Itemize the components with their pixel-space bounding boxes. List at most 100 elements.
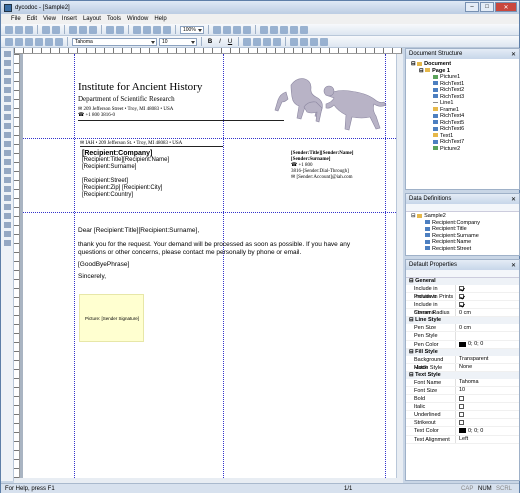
menu-view[interactable]: View (43, 16, 56, 22)
structure-tree[interactable]: ⊟ Document ⊟ Page 1 Picture1 RichText1 Ric… (406, 59, 519, 152)
property-value[interactable]: Tahoma (456, 379, 479, 386)
italic-button[interactable]: I (216, 39, 224, 45)
list-tool-icon[interactable] (4, 132, 11, 138)
recipient-address-block[interactable]: [Recipient:Company] [Recipient:Title][Re… (82, 150, 169, 199)
field-tool-icon[interactable] (4, 78, 11, 84)
richtext-tool-icon[interactable] (4, 69, 11, 75)
image-tool-icon[interactable] (4, 150, 11, 156)
underline-button[interactable]: U (226, 39, 234, 45)
property-row[interactable]: Include in Prints (406, 293, 519, 302)
text-box-tool-icon[interactable] (4, 213, 11, 219)
text-color-icon[interactable] (55, 37, 63, 46)
print-icon[interactable] (42, 25, 50, 34)
property-row[interactable]: Corner Radius 0 cm (406, 309, 519, 318)
minimize-button[interactable]: – (465, 2, 479, 12)
property-value[interactable]: 0 cm (456, 324, 471, 331)
letter-body[interactable]: Dear [Recipient:Title][Recipient:Surname… (78, 227, 378, 281)
sender-contact-block[interactable]: [Sender:Title][Sender:Name] [Sender:Surn… (291, 151, 353, 181)
table-tool-icon[interactable] (4, 105, 11, 111)
close-panel-icon[interactable]: ✕ (511, 262, 516, 269)
arrow-tool-icon[interactable] (4, 204, 11, 210)
property-checkbox[interactable] (459, 420, 464, 426)
open-icon[interactable] (15, 25, 23, 34)
document-canvas[interactable]: Institute for Ancient History Department… (20, 54, 402, 478)
align-left-icon[interactable] (243, 37, 251, 46)
align-center-obj-icon[interactable] (270, 25, 278, 34)
preview-icon[interactable] (52, 25, 60, 34)
close-panel-icon[interactable]: ✕ (511, 51, 516, 58)
ungroup-icon[interactable] (163, 25, 171, 34)
align-bottom-obj-icon[interactable] (300, 25, 308, 34)
property-checkbox[interactable] (459, 294, 464, 300)
property-row[interactable]: Underlined (406, 411, 519, 420)
property-row[interactable]: Include in Previews (406, 285, 519, 300)
barcode-tool-icon[interactable] (4, 96, 11, 102)
institute-title[interactable]: Institute for Ancient History (78, 81, 202, 93)
property-checkbox[interactable] (459, 302, 464, 308)
property-value[interactable]: 0; 0; 0 (456, 427, 483, 434)
category-general[interactable]: ⊟ General (406, 278, 519, 285)
menu-window[interactable]: Window (127, 16, 148, 22)
property-value[interactable] (456, 332, 459, 339)
chart-tool-icon[interactable] (4, 123, 11, 129)
grid-tool-icon[interactable] (4, 141, 11, 147)
menu-insert[interactable]: Insert (62, 16, 77, 22)
menu-layout[interactable]: Layout (83, 16, 101, 22)
menu-tools[interactable]: Tools (107, 16, 121, 22)
property-row[interactable]: Hatch Style None (406, 363, 519, 372)
menu-help[interactable]: Help (154, 16, 166, 22)
close-button[interactable]: ✕ (495, 2, 517, 12)
property-value[interactable]: None (456, 364, 472, 371)
font-size-combo[interactable]: 10 (159, 37, 197, 46)
brush-tool-icon[interactable] (4, 231, 11, 237)
snap-icon[interactable] (223, 25, 231, 34)
property-checkbox[interactable] (459, 396, 464, 402)
redo-icon[interactable] (116, 25, 124, 34)
rectangle-tool-icon[interactable] (4, 168, 11, 174)
polygon-tool-icon[interactable] (4, 195, 11, 201)
maximize-button[interactable]: □ (480, 2, 494, 12)
fill-color-icon[interactable] (35, 37, 43, 46)
institute-phone[interactable]: ☎ +1 800 3816-0 (78, 112, 115, 118)
back-icon[interactable] (143, 25, 151, 34)
text-frame-icon[interactable] (233, 25, 241, 34)
property-value[interactable] (456, 403, 466, 410)
undo-icon[interactable] (106, 25, 114, 34)
property-value[interactable]: Transparent (456, 356, 488, 363)
property-row[interactable]: Pen Style (406, 332, 519, 341)
frame-tool-icon[interactable] (4, 114, 11, 120)
brush-icon[interactable] (45, 37, 53, 46)
align-tool-icon[interactable] (4, 240, 11, 246)
save-icon[interactable] (25, 25, 33, 34)
zoom-combo[interactable]: 100% (180, 25, 204, 34)
property-row[interactable]: Pen Color 0; 0; 0 (406, 340, 519, 349)
align-left-obj-icon[interactable] (260, 25, 268, 34)
property-row[interactable]: Bold (406, 395, 519, 404)
field-icon[interactable] (243, 25, 251, 34)
vertical-scrollbar[interactable] (396, 54, 403, 478)
align-top-obj-icon[interactable] (290, 25, 298, 34)
properties-toolbar[interactable] (406, 270, 519, 278)
align-center-icon[interactable] (253, 37, 261, 46)
font-name-combo[interactable]: Tahoma (72, 37, 157, 46)
color-tool-icon[interactable] (4, 222, 11, 228)
property-value[interactable] (456, 293, 466, 300)
ellipse-tool-icon[interactable] (4, 177, 11, 183)
copy-icon[interactable] (79, 25, 87, 34)
rounded-rect-tool-icon[interactable] (4, 186, 11, 192)
indent-icon[interactable] (310, 37, 318, 46)
property-value[interactable] (456, 285, 466, 292)
tree-node-picture2[interactable]: Picture2 (433, 146, 519, 153)
property-value[interactable]: Left (456, 436, 468, 443)
department-name[interactable]: Department of Scientific Research (78, 95, 175, 103)
data-definitions-toolbar[interactable] (406, 204, 519, 212)
new-icon[interactable] (5, 25, 13, 34)
bullets-icon[interactable] (290, 37, 298, 46)
property-row[interactable]: Text Alignment Left (406, 435, 519, 444)
numbering-icon[interactable] (300, 37, 308, 46)
signature-picture[interactable]: Picture: [Sender Signature] (79, 294, 144, 342)
bold-button[interactable]: B (206, 39, 214, 45)
property-checkbox[interactable] (459, 404, 464, 410)
property-row[interactable]: Italic (406, 403, 519, 412)
property-row[interactable]: Pen Size 0 cm (406, 324, 519, 333)
